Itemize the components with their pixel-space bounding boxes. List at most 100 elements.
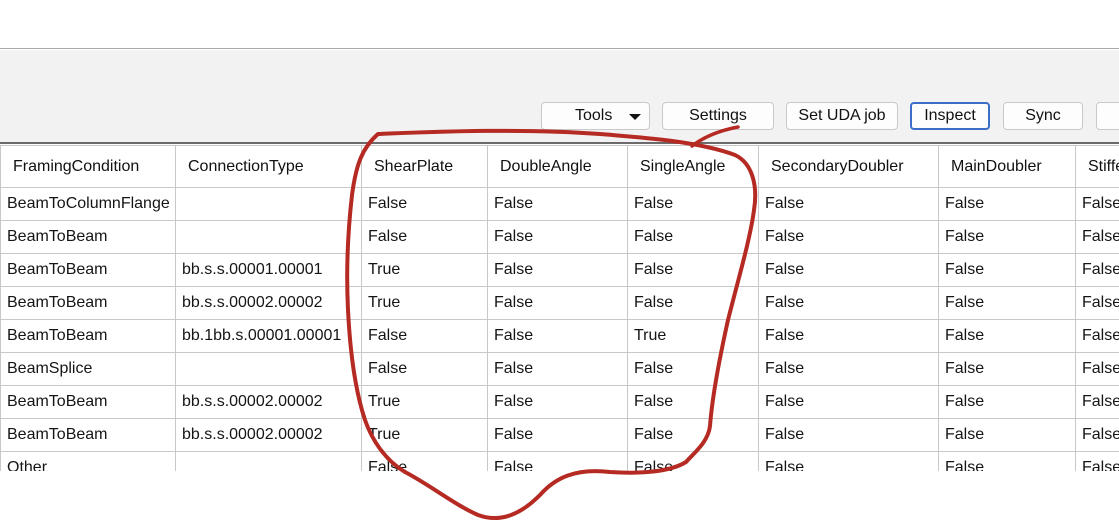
table-cell[interactable]: False: [487, 451, 628, 471]
column-header[interactable]: SingleAngle: [627, 145, 759, 188]
set-uda-job-button[interactable]: Set UDA job: [786, 102, 898, 130]
table-row[interactable]: BeamToBeam bb.s.s.00002.00002 True False Fal…: [0, 385, 1119, 419]
table-cell[interactable]: BeamToBeam: [0, 220, 176, 254]
chevron-down-icon: [629, 114, 641, 120]
table-cell[interactable]: False: [487, 385, 628, 419]
sync-button[interactable]: Sync: [1003, 102, 1083, 130]
table-cell[interactable]: False: [758, 253, 939, 287]
table-cell[interactable]: False: [758, 286, 939, 320]
table-row[interactable]: BeamToColumnFlange False False False False Fa…: [0, 187, 1119, 221]
table-cell[interactable]: False: [758, 220, 939, 254]
table-cell[interactable]: False: [938, 253, 1076, 287]
table-cell[interactable]: [175, 220, 362, 254]
table-cell[interactable]: False: [361, 220, 488, 254]
table-cell[interactable]: False: [627, 253, 759, 287]
toolbar: Tools Settings Set UDA job Inspect Sync: [0, 50, 1119, 144]
table-cell[interactable]: False: [938, 451, 1076, 471]
table-cell[interactable]: True: [627, 319, 759, 353]
table-cell[interactable]: False: [1075, 220, 1119, 254]
table-row[interactable]: BeamToBeam bb.s.s.00002.00002 True False Fal…: [0, 286, 1119, 320]
column-header[interactable]: DoubleAngle: [487, 145, 628, 188]
table-cell[interactable]: False: [1075, 286, 1119, 320]
table-cell[interactable]: True: [361, 286, 488, 320]
table-cell[interactable]: False: [487, 286, 628, 320]
table-cell[interactable]: False: [1075, 451, 1119, 471]
table-cell[interactable]: False: [627, 352, 759, 386]
table-cell[interactable]: False: [487, 319, 628, 353]
table-cell[interactable]: False: [1075, 253, 1119, 287]
inspect-button[interactable]: Inspect: [910, 102, 990, 130]
table-cell[interactable]: BeamToBeam: [0, 286, 176, 320]
table-cell[interactable]: BeamToBeam: [0, 385, 176, 419]
column-header[interactable]: ShearPlate: [361, 145, 488, 188]
connections-grid[interactable]: FramingCondition ConnectionType ShearPlate…: [0, 145, 1119, 471]
table-cell[interactable]: False: [758, 319, 939, 353]
table-cell[interactable]: False: [758, 187, 939, 221]
table-cell[interactable]: False: [627, 286, 759, 320]
table-cell[interactable]: False: [487, 253, 628, 287]
table-cell[interactable]: False: [758, 352, 939, 386]
column-header[interactable]: Stiffe: [1075, 145, 1119, 188]
table-row[interactable]: BeamToBeam False False False False False False: [0, 220, 1119, 254]
table-cell[interactable]: False: [487, 352, 628, 386]
column-header[interactable]: ConnectionType: [175, 145, 362, 188]
table-cell[interactable]: False: [1075, 187, 1119, 221]
table-cell[interactable]: False: [487, 187, 628, 221]
table-cell[interactable]: False: [938, 352, 1076, 386]
table-cell[interactable]: False: [627, 220, 759, 254]
column-header[interactable]: MainDoubler: [938, 145, 1076, 188]
table-cell[interactable]: True: [361, 253, 488, 287]
table-cell[interactable]: False: [627, 187, 759, 221]
table-cell[interactable]: BeamSplice: [0, 352, 176, 386]
table-row[interactable]: BeamToBeam bb.s.s.00002.00002 True False Fal…: [0, 418, 1119, 452]
table-cell[interactable]: False: [361, 352, 488, 386]
table-cell[interactable]: bb.s.s.00002.00002: [175, 418, 362, 452]
table-cell[interactable]: False: [1075, 352, 1119, 386]
table-cell[interactable]: False: [938, 319, 1076, 353]
table-cell[interactable]: False: [627, 385, 759, 419]
table-cell[interactable]: False: [1075, 385, 1119, 419]
table-cell[interactable]: bb.s.s.00001.00001: [175, 253, 362, 287]
table-cell[interactable]: bb.s.s.00002.00002: [175, 286, 362, 320]
table-cell[interactable]: False: [361, 319, 488, 353]
table-cell[interactable]: BeamToBeam: [0, 319, 176, 353]
table-cell[interactable]: bb.1bb.s.00001.00001: [175, 319, 362, 353]
table-cell[interactable]: False: [361, 451, 488, 471]
column-header[interactable]: FramingCondition: [0, 145, 176, 188]
column-header[interactable]: SecondaryDoubler: [758, 145, 939, 188]
table-cell[interactable]: False: [938, 385, 1076, 419]
blank-area: [0, 471, 1119, 528]
table-cell[interactable]: False: [361, 187, 488, 221]
table-cell[interactable]: False: [627, 451, 759, 471]
table-cell[interactable]: False: [1075, 319, 1119, 353]
table-cell[interactable]: False: [758, 385, 939, 419]
table-cell[interactable]: BeamToBeam: [0, 253, 176, 287]
table-cell[interactable]: BeamToColumnFlange: [0, 187, 176, 221]
table-cell[interactable]: [175, 187, 362, 221]
overflow-button[interactable]: [1096, 102, 1119, 130]
table-row[interactable]: BeamSplice False False False False False False: [0, 352, 1119, 386]
table-cell[interactable]: False: [938, 220, 1076, 254]
table-cell[interactable]: False: [487, 418, 628, 452]
table-cell[interactable]: False: [938, 187, 1076, 221]
window-top-area: [0, 0, 1119, 49]
table-cell[interactable]: bb.s.s.00002.00002: [175, 385, 362, 419]
table-row[interactable]: BeamToBeam bb.1bb.s.00001.00001 False False…: [0, 319, 1119, 353]
table-row[interactable]: BeamToBeam bb.s.s.00001.00001 True False Fal…: [0, 253, 1119, 287]
table-cell[interactable]: [175, 352, 362, 386]
table-cell[interactable]: False: [938, 286, 1076, 320]
table-cell[interactable]: False: [938, 418, 1076, 452]
table-cell[interactable]: BeamToBeam: [0, 418, 176, 452]
table-row[interactable]: Other False False False False False False: [0, 451, 1119, 471]
table-cell[interactable]: [175, 451, 362, 471]
table-cell[interactable]: True: [361, 385, 488, 419]
table-cell[interactable]: False: [487, 220, 628, 254]
table-cell[interactable]: Other: [0, 451, 176, 471]
table-cell[interactable]: False: [758, 418, 939, 452]
tools-dropdown[interactable]: Tools: [541, 102, 650, 130]
table-cell[interactable]: True: [361, 418, 488, 452]
table-cell[interactable]: False: [758, 451, 939, 471]
table-cell[interactable]: False: [1075, 418, 1119, 452]
table-cell[interactable]: False: [627, 418, 759, 452]
settings-button[interactable]: Settings: [662, 102, 774, 130]
